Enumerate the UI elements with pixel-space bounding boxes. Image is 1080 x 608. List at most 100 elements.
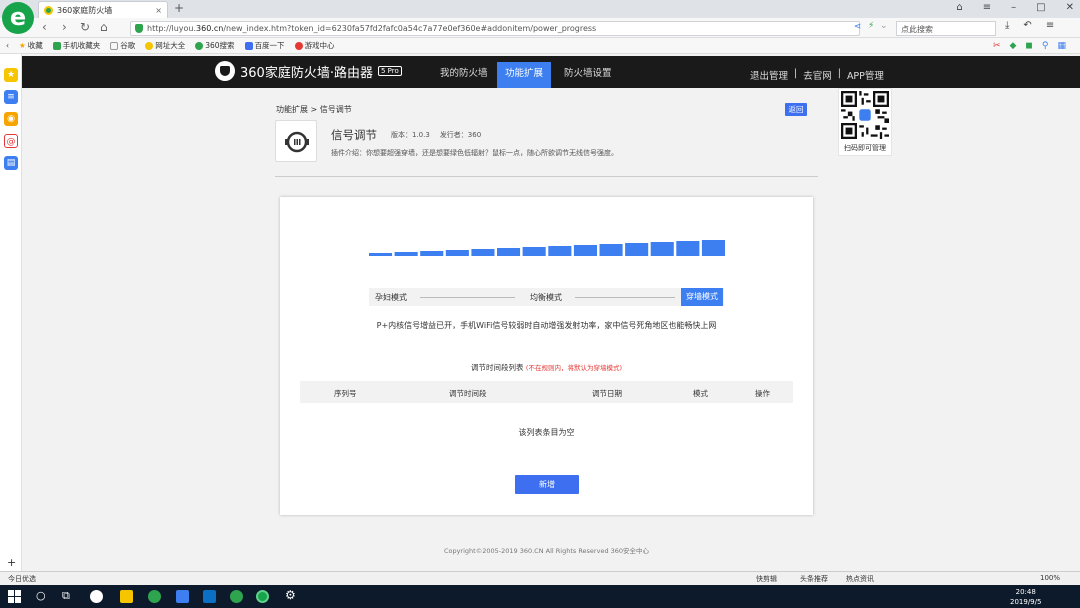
mode-balanced[interactable]: 均衡模式 (530, 292, 562, 303)
section-divider (275, 176, 818, 177)
sidebar-doc-icon[interactable]: ▤ (4, 156, 18, 170)
file-explorer-icon[interactable] (120, 590, 133, 603)
home-icon[interactable]: ⌂ (100, 20, 108, 34)
grid-icon[interactable]: ▦ (1057, 41, 1066, 51)
back-icon[interactable]: ‹ (42, 20, 47, 34)
bookmark-360search[interactable]: 360搜索 (195, 40, 235, 51)
lightning-icon[interactable]: ⚡ (868, 21, 874, 31)
browser-taskbar-icon[interactable] (256, 590, 269, 603)
tab-title: 360家庭防火墙 (57, 5, 113, 15)
skin-icon[interactable]: ⌂ (956, 2, 962, 13)
signal-bar (599, 244, 623, 256)
taskbar-mail-icon[interactable] (176, 590, 189, 603)
tab-favicon-icon (44, 5, 53, 15)
sidebar-favorites-icon[interactable]: ★ (4, 68, 18, 82)
bookmark-google[interactable]: 谷歌 (110, 40, 135, 51)
col-action: 操作 (755, 389, 770, 398)
table-note: (不在规则内，将默认为穿墙模式) (525, 364, 622, 372)
bookmark-favorites[interactable]: ★ 收藏 (19, 40, 43, 51)
address-bar[interactable]: http://luyou.360.cn/new_index.htm?token_… (130, 21, 860, 36)
logout-link[interactable]: 退出管理 (750, 68, 788, 82)
tab-close-icon[interactable]: × (155, 6, 162, 15)
app-brand[interactable]: 360家庭防火墙·路由器 5 Pro (215, 61, 402, 81)
bookmark-directory[interactable]: 网址大全 (145, 40, 185, 51)
signal-bar (676, 241, 700, 256)
brand-name: 360家庭防火墙·路由器 (240, 65, 373, 81)
task-view-icon[interactable]: ⧉ (62, 589, 70, 603)
back-button[interactable]: 返回 (785, 103, 807, 116)
col-serial: 序列号 (334, 389, 357, 398)
taskbar-app-icon[interactable] (90, 590, 103, 603)
sidebar-add-icon[interactable]: + (7, 556, 16, 569)
new-tab-icon[interactable]: + (174, 1, 184, 15)
signal-bar (522, 247, 546, 256)
settings-icon[interactable]: ⚙ (285, 588, 296, 602)
sidebar-notes-icon[interactable]: ≡ (4, 90, 18, 104)
collapse-icon[interactable]: ‹ (6, 41, 9, 50)
sidebar-mail-icon[interactable]: @ (4, 134, 18, 148)
signal-bar (650, 242, 674, 256)
daily-picks-link[interactable]: 今日优选 (8, 574, 36, 584)
forward-icon[interactable]: › (62, 20, 67, 34)
slider-track (420, 297, 515, 298)
menu-icon[interactable]: ≡ (983, 2, 991, 13)
minimize-icon[interactable]: – (1011, 2, 1016, 13)
game-icon[interactable]: ◼ (1025, 41, 1032, 51)
status-item-hot[interactable]: 热点资讯 (846, 574, 874, 584)
divider: | (837, 68, 841, 79)
search-icon[interactable]: ○ (36, 589, 46, 602)
maximize-icon[interactable]: □ (1036, 2, 1045, 13)
status-item-clip[interactable]: 快剪辑 (756, 574, 777, 584)
download-icon[interactable]: ⤓ (1005, 20, 1009, 31)
plugin-publisher: 发行者：360 (439, 131, 482, 139)
signal-bar (420, 251, 444, 256)
schedule-table-title: 调节时间段列表 (不在规则内，将默认为穿墙模式) (280, 362, 813, 373)
nav-firewall-settings[interactable]: 防火墙设置 (556, 62, 620, 88)
close-icon[interactable]: ✕ (1066, 2, 1074, 13)
taskbar-clock[interactable]: 20:48 2019/9/5 (1010, 587, 1041, 607)
window-controls: ⌂ ≡ – □ ✕ (956, 2, 1074, 13)
official-site-link[interactable]: 去官网 (803, 68, 832, 82)
plugin-description: 插件介绍：你想要超强穿墙，还是想要绿色低辐射？鼠标一点，随心所欲调节无线信号强度… (331, 149, 618, 157)
undo-icon[interactable]: ↶ (1023, 20, 1031, 31)
bookmark-games[interactable]: 游戏中心 (294, 40, 335, 51)
mode-pregnant[interactable]: 孕妇模式 (375, 292, 407, 303)
sidebar-weibo-icon[interactable]: ◉ (4, 112, 18, 126)
edition-badge: 5 Pro (377, 66, 402, 76)
share-icon[interactable]: ⋖ (854, 22, 862, 32)
bookmarks-bar: ‹ ★ 收藏 手机收藏夹 谷歌 网址大全 360搜索 百度一下 游戏中心 ✂ ◆ … (0, 38, 1080, 54)
qr-code-icon (841, 91, 889, 139)
plugin-meta: 版本：1.0.3 发行者：360 (391, 130, 481, 140)
start-icon[interactable] (8, 590, 21, 603)
table-title-text: 调节时间段列表 (471, 363, 524, 372)
add-button[interactable]: 新增 (515, 475, 579, 494)
signal-bar (471, 249, 495, 256)
signal-bar (497, 248, 521, 256)
browser-logo-icon[interactable]: e (2, 2, 34, 34)
shield-ext-icon[interactable]: ◆ (1009, 41, 1016, 51)
mode-wall-penetration[interactable]: 穿墙模式 (681, 288, 723, 306)
taskbar-store-icon[interactable] (203, 590, 216, 603)
bookmark-baidu[interactable]: 百度一下 (244, 40, 285, 51)
copyright: Copyright©2005-2019 360.CN All Rights Re… (443, 547, 650, 555)
more-icon[interactable]: ≡ (1046, 20, 1054, 31)
taskbar-360-icon[interactable] (148, 590, 161, 603)
signal-bar (625, 243, 649, 256)
bookmark-mobile[interactable]: 手机收藏夹 (52, 40, 100, 51)
nav-extensions[interactable]: 功能扩展 (497, 62, 552, 88)
wechat-icon[interactable] (230, 590, 243, 603)
app-manage-link[interactable]: APP管理 (847, 68, 884, 82)
dropdown-icon[interactable]: ⌄ (880, 21, 888, 31)
plugin-name: 信号调节 (331, 128, 377, 142)
status-item-headline[interactable]: 头条推荐 (800, 574, 828, 584)
zoom-level[interactable]: 100% (1040, 574, 1060, 582)
signal-strength-bars (369, 240, 725, 256)
scissors-icon[interactable]: ✂ (993, 41, 1001, 51)
refresh-icon[interactable]: ↻ (80, 20, 90, 34)
browser-tab[interactable]: 360家庭防火墙 × (38, 1, 168, 18)
breadcrumb: 功能扩展 > 信号调节 (276, 105, 352, 114)
nav-my-firewall[interactable]: 我的防火墙 (432, 62, 496, 88)
search-ext-icon[interactable]: ⚲ (1042, 41, 1049, 51)
toolbar-tools: ⤓ ↶ ≡ (1005, 20, 1054, 31)
search-input[interactable]: 点此搜索 (896, 21, 996, 36)
